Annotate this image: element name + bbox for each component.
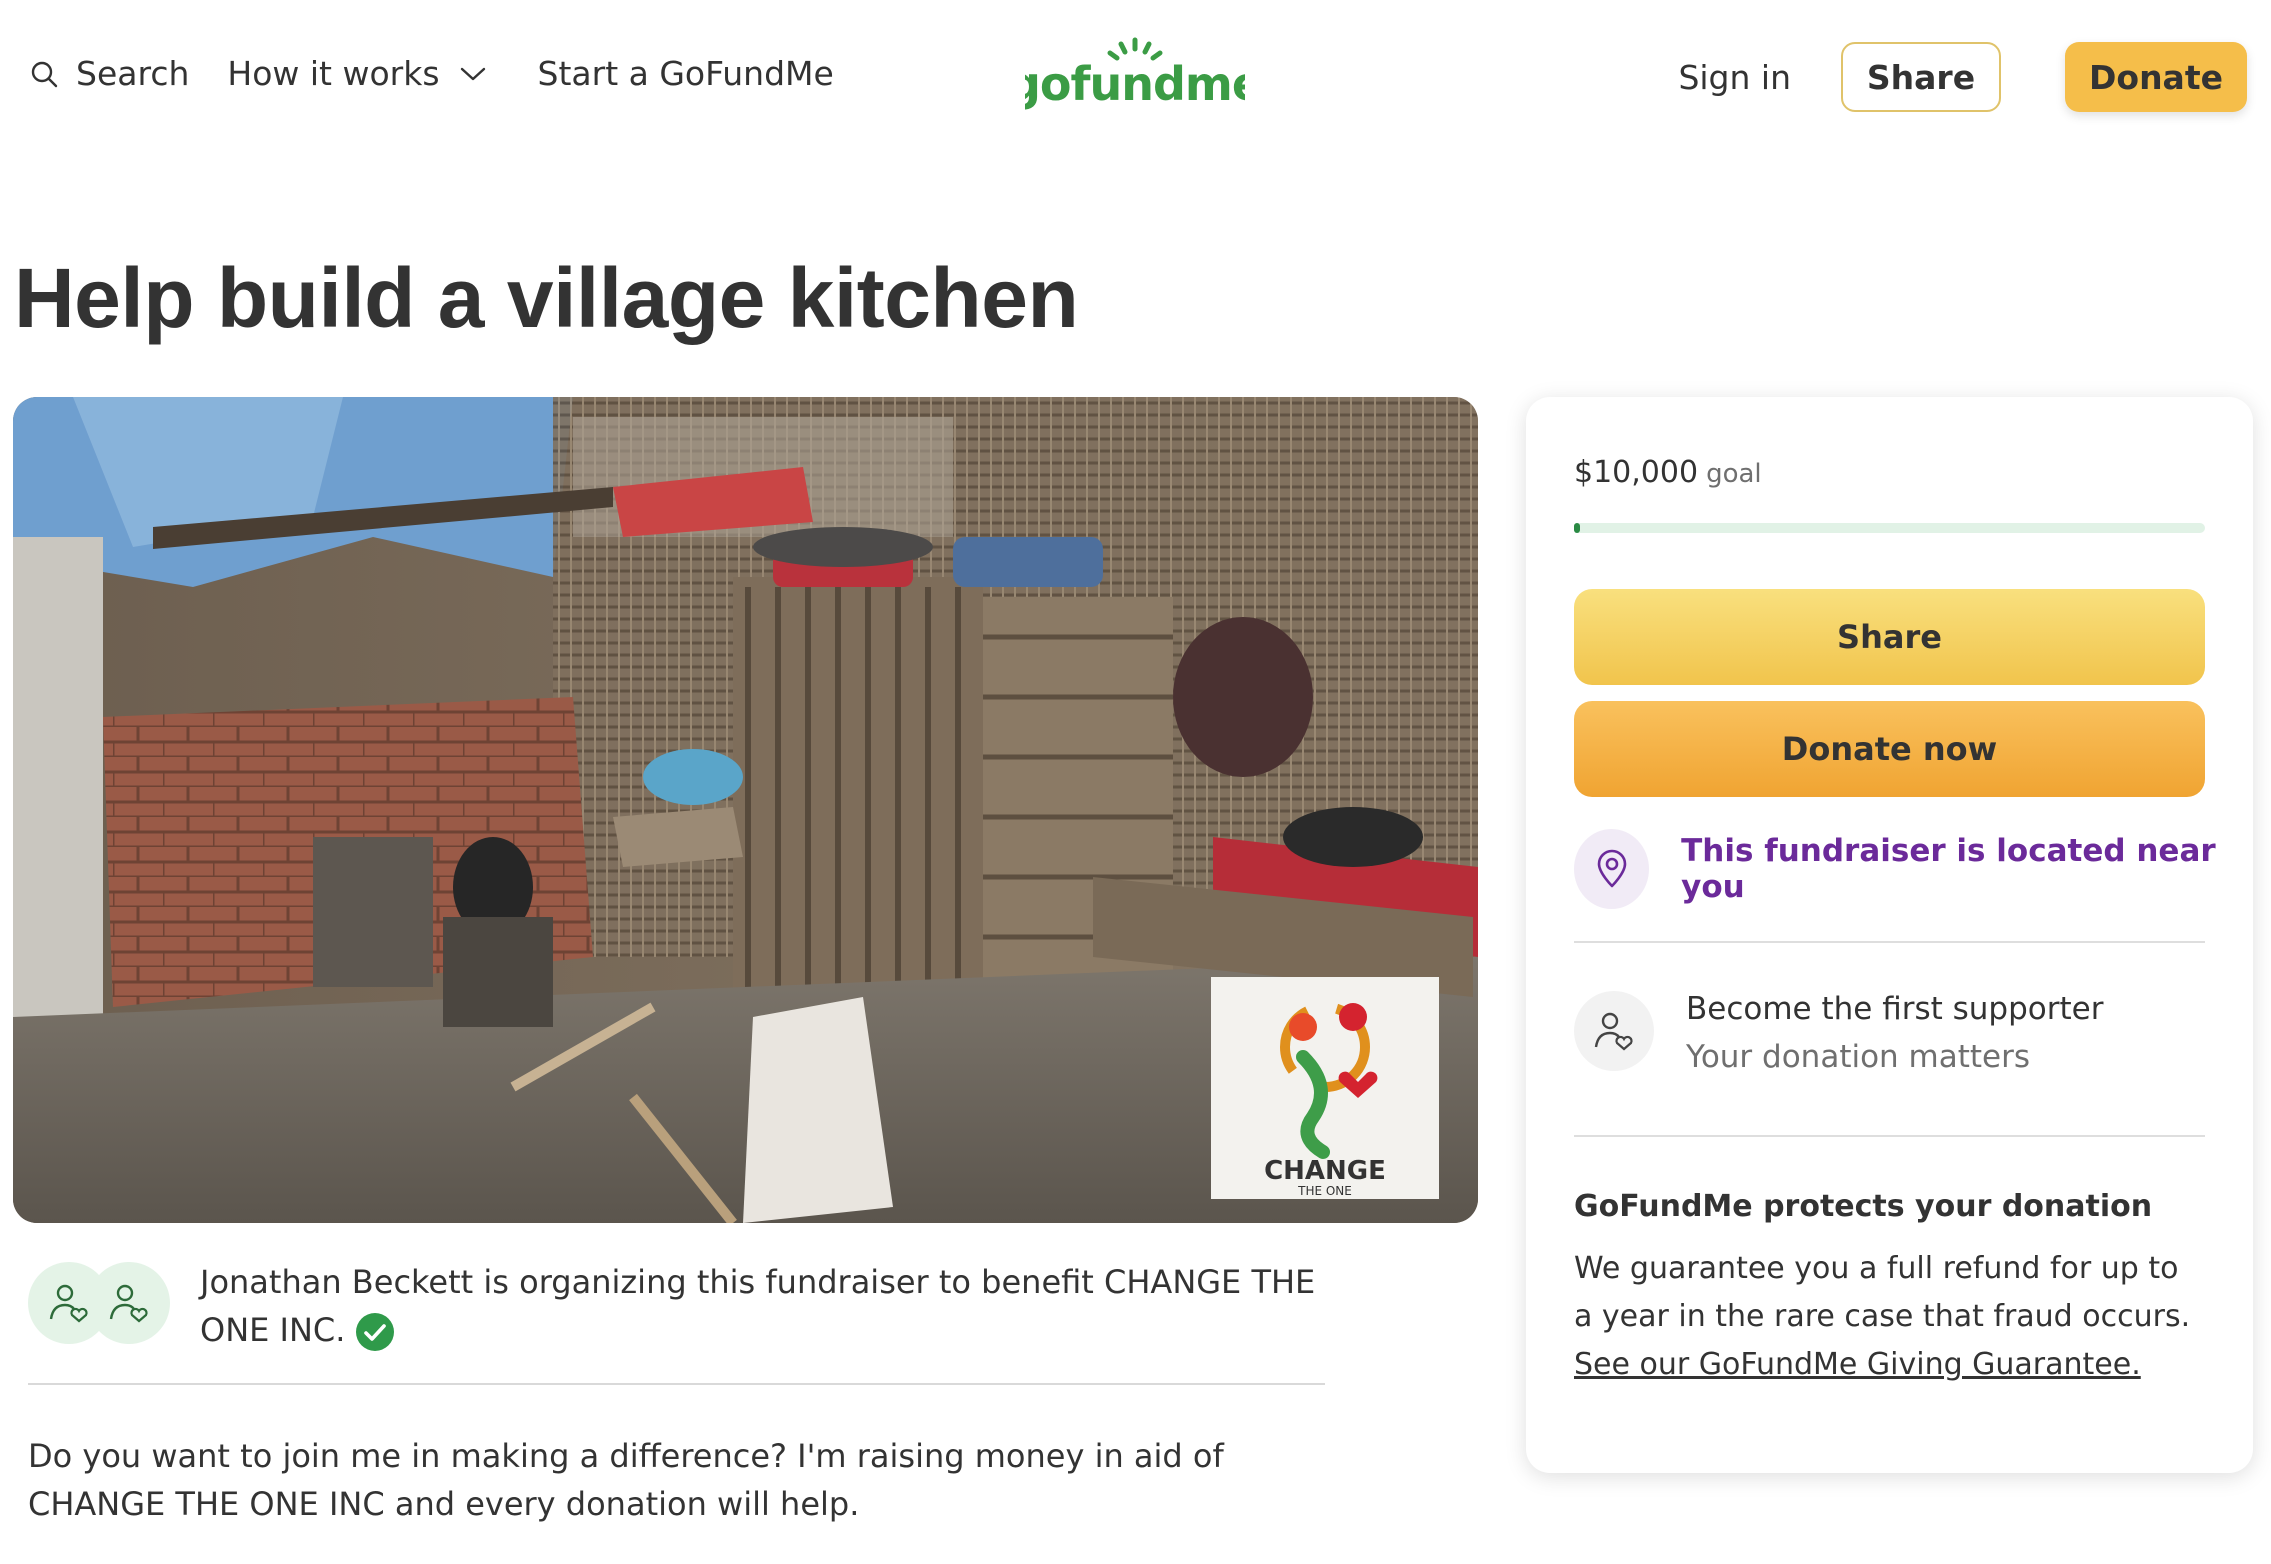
progress-bar — [1574, 523, 2205, 533]
campaign-story: Do you want to join me in making a diffe… — [28, 1437, 1224, 1523]
donation-card: $10,000 goal Share Donate now This fundra… — [1526, 397, 2253, 1473]
card-divider-1 — [1574, 941, 2205, 943]
change-the-one-logo: CHANGE THE ONE — [1211, 977, 1439, 1199]
campaign-image[interactable]: CHANGE THE ONE — [13, 397, 1478, 1223]
logo-sun-rays — [1107, 37, 1163, 61]
location-notice-text: This fundraiser is located near you — [1681, 833, 2216, 905]
how-it-works-menu[interactable]: How it works — [227, 54, 485, 93]
donate-now-button[interactable]: Donate now — [1574, 701, 2205, 797]
verified-check-icon — [356, 1313, 395, 1351]
start-gofundme-link[interactable]: Start a GoFundMe — [538, 54, 834, 93]
kitchen-photo: CHANGE THE ONE — [13, 397, 1478, 1223]
chevron-down-icon — [460, 67, 485, 80]
organizer-avatars — [28, 1262, 178, 1346]
goal-amount: $10,000 — [1574, 455, 1699, 490]
protection-title: GoFundMe protects your donation — [1574, 1189, 2153, 1224]
supporter-subtitle: Your donation matters — [1686, 1039, 2031, 1075]
giving-guarantee-link[interactable]: See our GoFundMe Giving Guarantee. — [1574, 1347, 2141, 1382]
supporter-icon — [1594, 1012, 1633, 1051]
start-gofundme-label: Start a GoFundMe — [537, 54, 834, 93]
beneficiary-avatar[interactable] — [88, 1262, 170, 1344]
search-link[interactable]: Search — [30, 54, 189, 93]
how-it-works-label: How it works — [227, 54, 440, 93]
gofundme-logo[interactable]: gofundme — [1025, 36, 1245, 116]
location-pin-icon — [1597, 849, 1626, 888]
change-logo-subtext: THE ONE — [1297, 1184, 1352, 1198]
supporter-icon-badge — [1574, 991, 1654, 1071]
site-header: Search How it works Start a GoFundMe gof… — [0, 0, 2271, 154]
page-title: Help build a village kitchen — [14, 251, 1079, 345]
progress-fill — [1574, 523, 1581, 533]
beneficiary-icon — [109, 1284, 148, 1323]
logo-text: gofundme — [1025, 57, 1245, 111]
organizer-text-block: Jonathan Beckett is organizing this fund… — [200, 1258, 1330, 1354]
supporter-title: Become the first supporter — [1686, 991, 2104, 1027]
card-divider-2 — [1574, 1135, 2205, 1137]
share-button[interactable]: Share — [1574, 589, 2205, 685]
search-label: Search — [76, 54, 190, 93]
protection-text: We guarantee you a full refund for up to… — [1574, 1251, 2191, 1334]
organizer-divider — [28, 1383, 1325, 1385]
location-icon-badge — [1574, 829, 1650, 909]
nav-left: Search How it works Start a GoFundMe — [30, 54, 834, 93]
share-button-header[interactable]: Share — [1841, 42, 2001, 112]
nav-right: Sign in Share Donate — [1678, 42, 2247, 112]
goal-line: $10,000 goal — [1574, 455, 1762, 490]
search-icon — [31, 61, 58, 87]
organizer-icon — [49, 1284, 88, 1323]
donate-button-header[interactable]: Donate — [2065, 42, 2247, 112]
sign-in-link[interactable]: Sign in — [1678, 58, 1791, 97]
goal-label: goal — [1706, 459, 1762, 489]
change-logo-text: CHANGE — [1264, 1156, 1386, 1186]
protection-body: We guarantee you a full refund for up to… — [1574, 1245, 2205, 1389]
location-notice[interactable]: This fundraiser is located near you — [1574, 829, 2253, 909]
